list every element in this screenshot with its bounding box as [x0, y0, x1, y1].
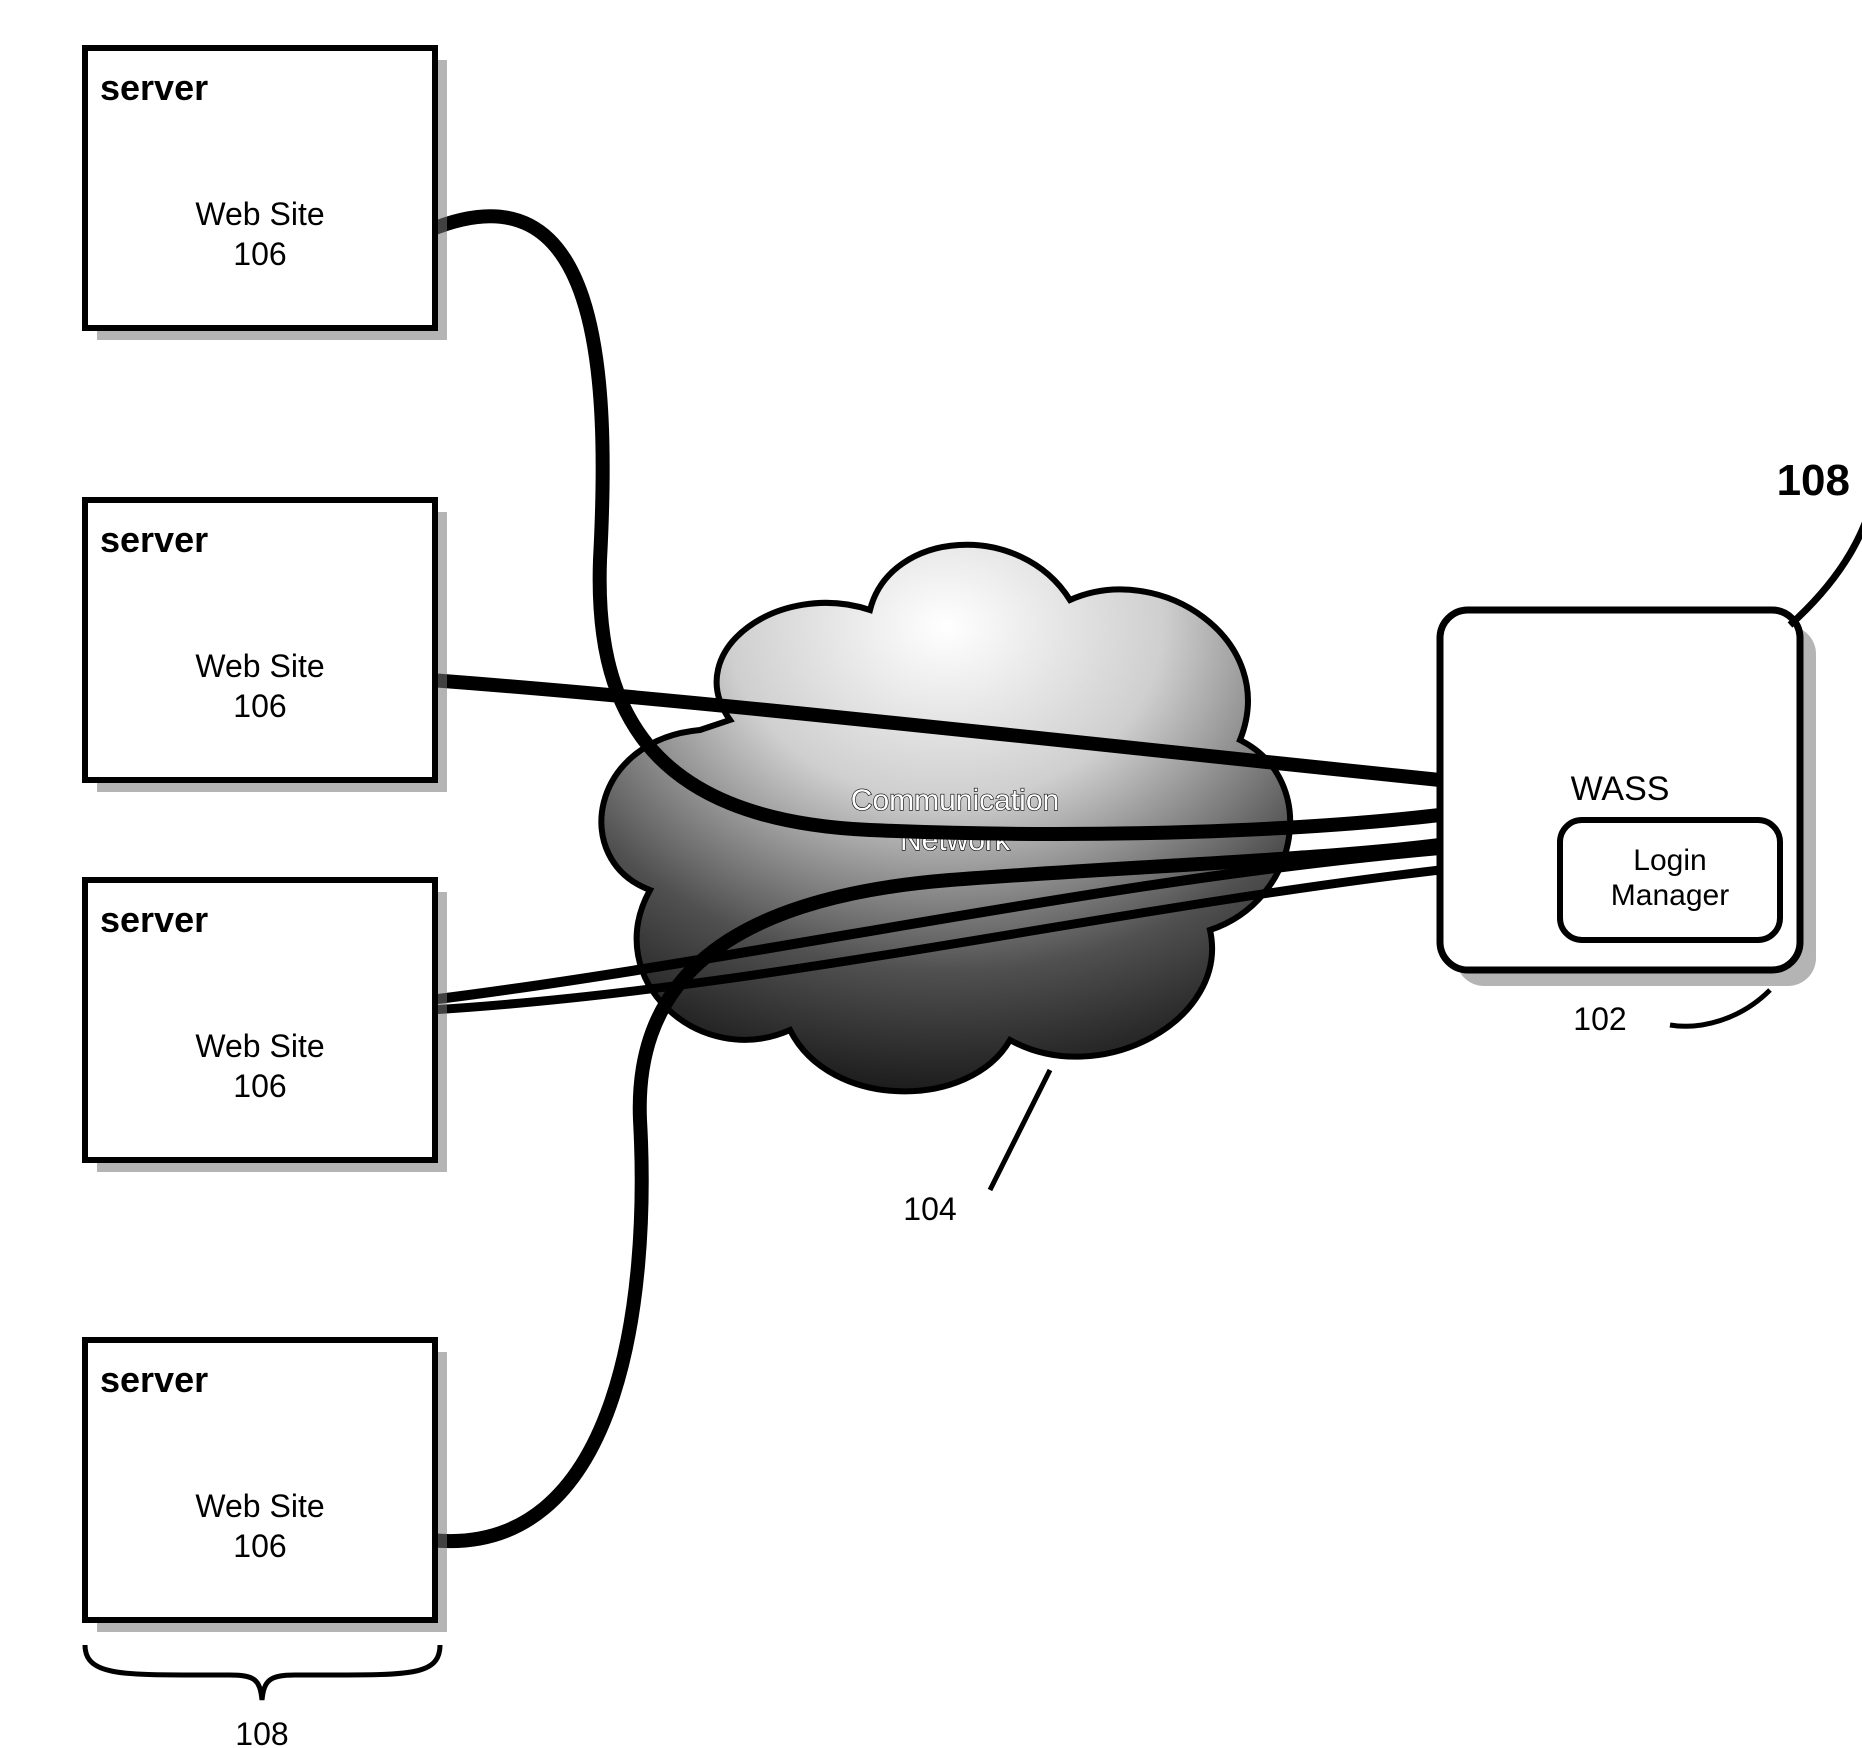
- cloud: Communication Network: [601, 545, 1290, 1092]
- server-title: server: [100, 1359, 208, 1400]
- website-label: Web Site: [195, 196, 324, 232]
- server-box-4: server Web Site 106: [85, 1340, 447, 1632]
- wass-title: WASS: [1571, 770, 1670, 808]
- servers-group-bracket: 108: [85, 1645, 440, 1748]
- cloud-label-line1: Communication: [851, 784, 1059, 817]
- website-label: Web Site: [195, 1028, 324, 1064]
- cloud-ref: 104: [903, 1191, 956, 1227]
- wass-box: WASS Login Manager: [1440, 610, 1816, 986]
- website-label: Web Site: [195, 648, 324, 684]
- server-box-2: server Web Site 106: [85, 500, 447, 792]
- website-ref: 106: [233, 1068, 286, 1104]
- server-box-3: server Web Site 106: [85, 880, 447, 1172]
- website-ref: 106: [233, 236, 286, 272]
- login-line2: Manager: [1611, 879, 1729, 912]
- server-title: server: [100, 519, 208, 560]
- wass-ref-leader: [1670, 990, 1770, 1026]
- wass-callout-leader: [1790, 510, 1862, 625]
- server-title: server: [100, 899, 208, 940]
- login-line1: Login: [1633, 844, 1706, 877]
- servers-group-ref: 108: [235, 1716, 288, 1748]
- wass-callout-ref: 108: [1777, 456, 1850, 505]
- website-ref: 106: [233, 1528, 286, 1564]
- wass-ref: 102: [1573, 1001, 1626, 1037]
- cloud-ref-leader: [990, 1070, 1050, 1190]
- website-label: Web Site: [195, 1488, 324, 1524]
- website-ref: 106: [233, 688, 286, 724]
- server-box-1: server Web Site 106: [85, 48, 447, 340]
- diagram-canvas: Communication Network 104 server Web Sit…: [0, 0, 1862, 1748]
- server-title: server: [100, 67, 208, 108]
- connection-lines: [430, 216, 1440, 1541]
